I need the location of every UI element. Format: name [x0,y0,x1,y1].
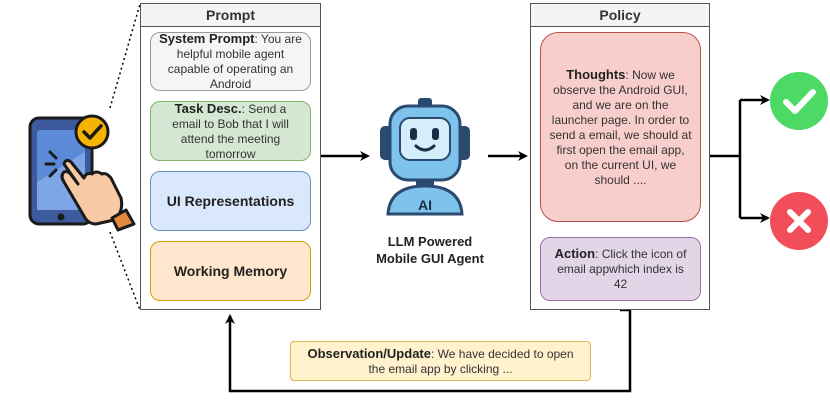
agent-label-line1: LLM Powered [387,234,473,249]
success-check-icon [770,72,828,130]
task-desc-card: Task Desc.: Send a email to Bob that I w… [150,101,311,161]
agent-label: LLM Powered Mobile GUI Agent [350,233,510,267]
arrow-policy-to-outcomes [710,100,742,218]
action-label: Action [554,246,596,261]
ui-representations-label: UI Representations [166,192,295,209]
zoom-line-top [109,3,141,109]
task-desc-label: Task Desc. [174,100,242,116]
thoughts-label: Thoughts [566,66,626,82]
failure-cross-icon [770,192,828,250]
system-prompt-card: System Prompt: You are helpful mobile ag… [150,31,311,91]
robot-agent-icon: AI [380,98,470,216]
working-memory-label: Working Memory [173,262,288,279]
action-card: Action: Click the icon of email appwhich… [540,237,701,301]
prompt-panel-title: Prompt [141,4,320,27]
policy-panel-title: Policy [531,4,709,27]
thoughts-text: : Now we observe the Android GUI, and we… [549,67,692,187]
phone-tap-icon [28,114,136,232]
robot-ai-text: AI [418,197,432,213]
zoom-line-bottom [109,231,141,311]
observation-card: Observation/Update: We have decided to o… [290,341,591,381]
ui-representations-card: UI Representations [150,171,311,231]
observation-label: Observation/Update [307,345,431,361]
thoughts-card: Thoughts: Now we observe the Android GUI… [540,32,701,222]
agent-label-line2: Mobile GUI Agent [376,251,484,266]
working-memory-card: Working Memory [150,241,311,301]
system-prompt-label: System Prompt [159,31,255,46]
